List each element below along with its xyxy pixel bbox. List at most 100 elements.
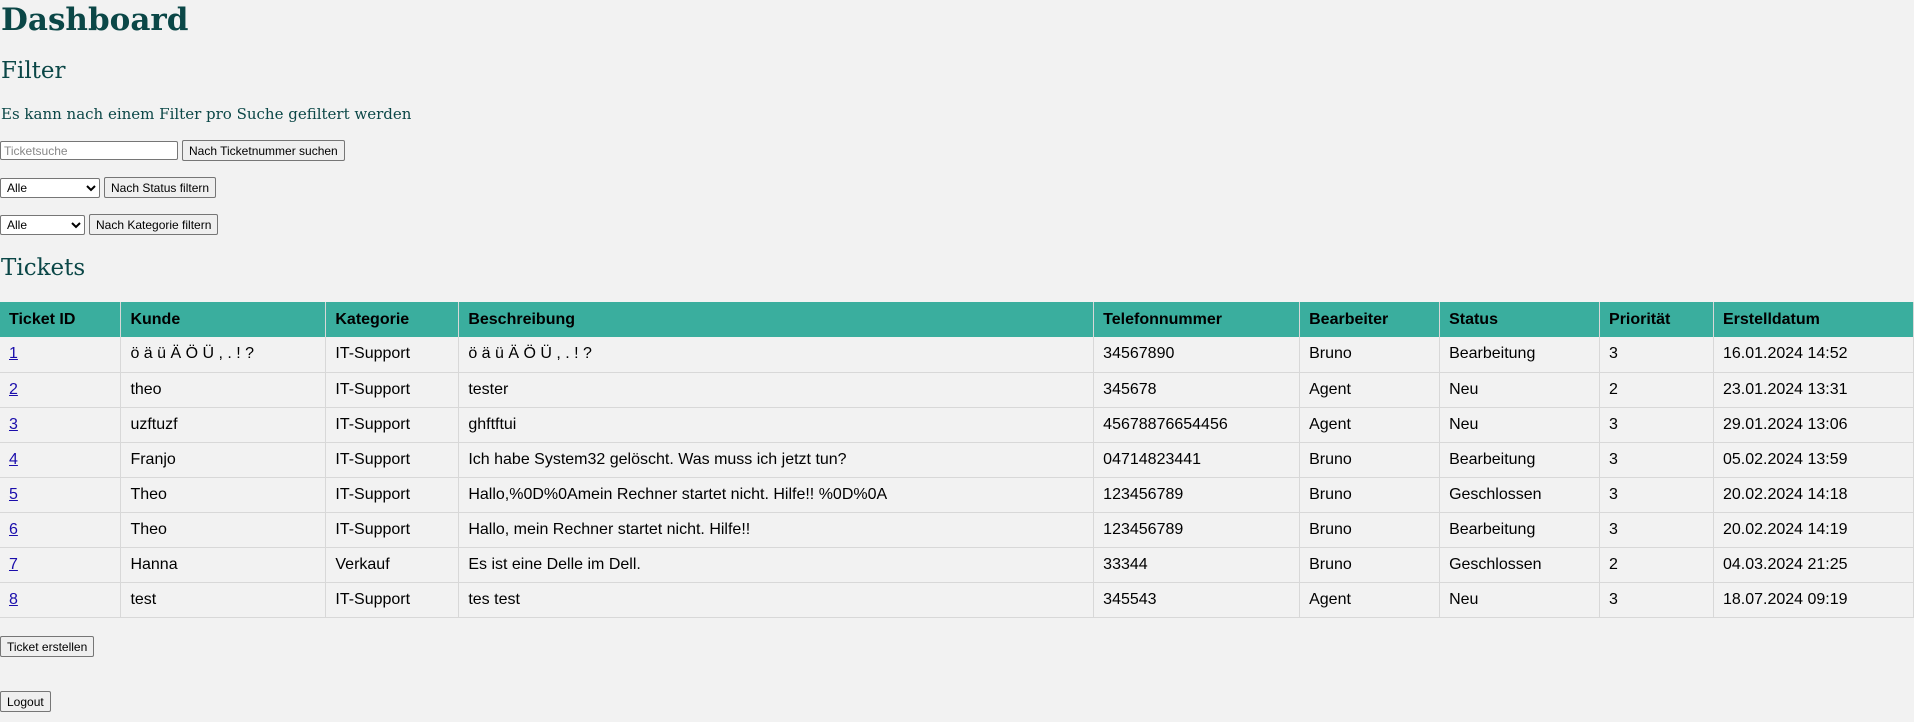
cell-bearbeiter: Bruno <box>1299 512 1441 548</box>
ticket-search-row: Nach Ticketnummer suchen <box>0 140 345 161</box>
col-header-telefonnummer: Telefonnummer <box>1093 302 1301 337</box>
cell-kategorie: IT-Support <box>325 582 460 618</box>
cell-kategorie: IT-Support <box>325 477 460 513</box>
cell-telefonnummer: 345678 <box>1093 372 1301 408</box>
cell-kunde: Theo <box>120 512 327 548</box>
cell-prioritaet: 3 <box>1599 512 1714 548</box>
ticket-id-link[interactable]: 7 <box>9 556 18 573</box>
cell-erstelldatum: 20.02.2024 14:19 <box>1713 512 1914 548</box>
cell-kunde: Franjo <box>120 442 327 478</box>
filter-note: Es kann nach einem Filter pro Suche gefi… <box>1 105 412 123</box>
logout-button[interactable]: Logout <box>0 691 51 712</box>
filter-heading: Filter <box>1 58 66 84</box>
ticket-id-link[interactable]: 3 <box>9 416 18 433</box>
cell-erstelldatum: 16.01.2024 14:52 <box>1713 337 1914 373</box>
ticket-id-link[interactable]: 1 <box>9 345 18 362</box>
cell-status: Bearbeitung <box>1439 442 1601 478</box>
cell-status: Bearbeitung <box>1439 512 1601 548</box>
cell-kunde: Theo <box>120 477 327 513</box>
cell-kunde: Hanna <box>120 547 327 583</box>
cell-erstelldatum: 18.07.2024 09:19 <box>1713 582 1914 618</box>
tickets-heading: Tickets <box>1 255 86 281</box>
table-row: 2 theo IT-Support tester 345678 Agent Neu 2 23.0… <box>0 372 1914 408</box>
cell-status: Neu <box>1439 372 1601 408</box>
cell-status: Geschlossen <box>1439 477 1601 513</box>
cell-kategorie: IT-Support <box>325 337 460 373</box>
cell-telefonnummer: 33344 <box>1093 547 1301 583</box>
cell-kunde: uzftuzf <box>120 407 327 443</box>
cell-status: Geschlossen <box>1439 547 1601 583</box>
cell-telefonnummer: 123456789 <box>1093 477 1301 513</box>
ticket-id-link[interactable]: 8 <box>9 591 18 608</box>
cell-bearbeiter: Agent <box>1299 582 1441 618</box>
cell-telefonnummer: 04714823441 <box>1093 442 1301 478</box>
table-row: 4 Franjo IT-Support Ich habe System32 gelös… <box>0 442 1914 478</box>
cell-bearbeiter: Agent <box>1299 372 1441 408</box>
cell-bearbeiter: Bruno <box>1299 547 1441 583</box>
ticket-id-link[interactable]: 2 <box>9 381 18 398</box>
cell-status: Bearbeitung <box>1439 337 1601 373</box>
ticket-search-input[interactable] <box>0 141 178 160</box>
col-header-kunde: Kunde <box>120 302 327 337</box>
cell-prioritaet: 3 <box>1599 442 1714 478</box>
col-header-status: Status <box>1439 302 1601 337</box>
ticket-id-link[interactable]: 4 <box>9 451 18 468</box>
filter-status-button[interactable]: Nach Status filtern <box>104 177 217 198</box>
table-row: 6 Theo IT-Support Hallo, mein Rechner start… <box>0 512 1914 548</box>
cell-beschreibung: tester <box>458 372 1095 408</box>
cell-beschreibung: Hallo, mein Rechner startet nicht. Hilfe… <box>458 512 1095 548</box>
cell-kunde: ö ä ü Ä Ö Ü , . ! ? <box>120 337 327 373</box>
filter-category-button[interactable]: Nach Kategorie filtern <box>89 214 219 235</box>
cell-erstelldatum: 04.03.2024 21:25 <box>1713 547 1914 583</box>
category-select[interactable]: Alle <box>0 214 85 235</box>
cell-ticket-id: 7 <box>0 547 122 583</box>
cell-bearbeiter: Bruno <box>1299 442 1441 478</box>
cell-telefonnummer: 123456789 <box>1093 512 1301 548</box>
cell-telefonnummer: 34567890 <box>1093 337 1301 373</box>
cell-erstelldatum: 05.02.2024 13:59 <box>1713 442 1914 478</box>
page-title: Dashboard <box>1 2 189 38</box>
cell-ticket-id: 1 <box>0 337 122 373</box>
cell-erstelldatum: 23.01.2024 13:31 <box>1713 372 1914 408</box>
cell-ticket-id: 2 <box>0 372 122 408</box>
cell-prioritaet: 3 <box>1599 582 1714 618</box>
ticket-id-link[interactable]: 6 <box>9 521 18 538</box>
category-filter-row: Alle Nach Kategorie filtern <box>0 214 219 235</box>
table-row: 1 ö ä ü Ä Ö Ü , . ! ? IT-Support ö ä ü Ä Ö … <box>0 337 1914 373</box>
cell-prioritaet: 3 <box>1599 477 1714 513</box>
cell-beschreibung: Hallo,%0D%0Amein Rechner startet nicht. … <box>458 477 1095 513</box>
cell-kategorie: Verkauf <box>325 547 460 583</box>
cell-erstelldatum: 29.01.2024 13:06 <box>1713 407 1914 443</box>
create-ticket-button[interactable]: Ticket erstellen <box>0 636 95 657</box>
cell-prioritaet: 3 <box>1599 337 1714 373</box>
cell-beschreibung: Es ist eine Delle im Dell. <box>458 547 1095 583</box>
cell-kunde: theo <box>120 372 327 408</box>
dashboard-page: Dashboard Filter Es kann nach einem Filt… <box>0 0 1914 722</box>
cell-kategorie: IT-Support <box>325 512 460 548</box>
table-header-row: Ticket ID Kunde Kategorie Beschreibung T… <box>0 302 1914 337</box>
cell-ticket-id: 3 <box>0 407 122 443</box>
cell-prioritaet: 2 <box>1599 372 1714 408</box>
tickets-body: 1ö ä ü Ä Ö Ü , . ! ? IT-Support ö ä ü Ä Ö … <box>0 337 1914 618</box>
col-header-ticket-id: Ticket ID <box>0 302 122 337</box>
table-row: 5 Theo IT-Support Hallo,%0D%0Amein Rechner … <box>0 477 1914 513</box>
status-select[interactable]: Alle <box>0 177 100 198</box>
cell-kategorie: IT-Support <box>325 442 460 478</box>
cell-erstelldatum: 20.02.2024 14:18 <box>1713 477 1914 513</box>
cell-kategorie: IT-Support <box>325 372 460 408</box>
tickets-table: Ticket ID Kunde Kategorie Beschreibung T… <box>0 302 1914 618</box>
cell-ticket-id: 6 <box>0 512 122 548</box>
cell-beschreibung: Ich habe System32 gelöscht. Was muss ich… <box>458 442 1095 478</box>
col-header-erstelldatum: Erstelldatum <box>1713 302 1914 337</box>
col-header-beschreibung: Beschreibung <box>458 302 1095 337</box>
ticket-id-link[interactable]: 5 <box>9 486 18 503</box>
cell-ticket-id: 5 <box>0 477 122 513</box>
table-row: 7 Hanna Verkauf Es ist eine Delle im Dell. 3… <box>0 547 1914 583</box>
cell-beschreibung: tes test <box>458 582 1095 618</box>
cell-status: Neu <box>1439 582 1601 618</box>
cell-telefonnummer: 345543 <box>1093 582 1301 618</box>
cell-status: Neu <box>1439 407 1601 443</box>
cell-kunde: test <box>120 582 327 618</box>
search-ticket-button[interactable]: Nach Ticketnummer suchen <box>182 140 345 161</box>
cell-beschreibung: ghftftui <box>458 407 1095 443</box>
